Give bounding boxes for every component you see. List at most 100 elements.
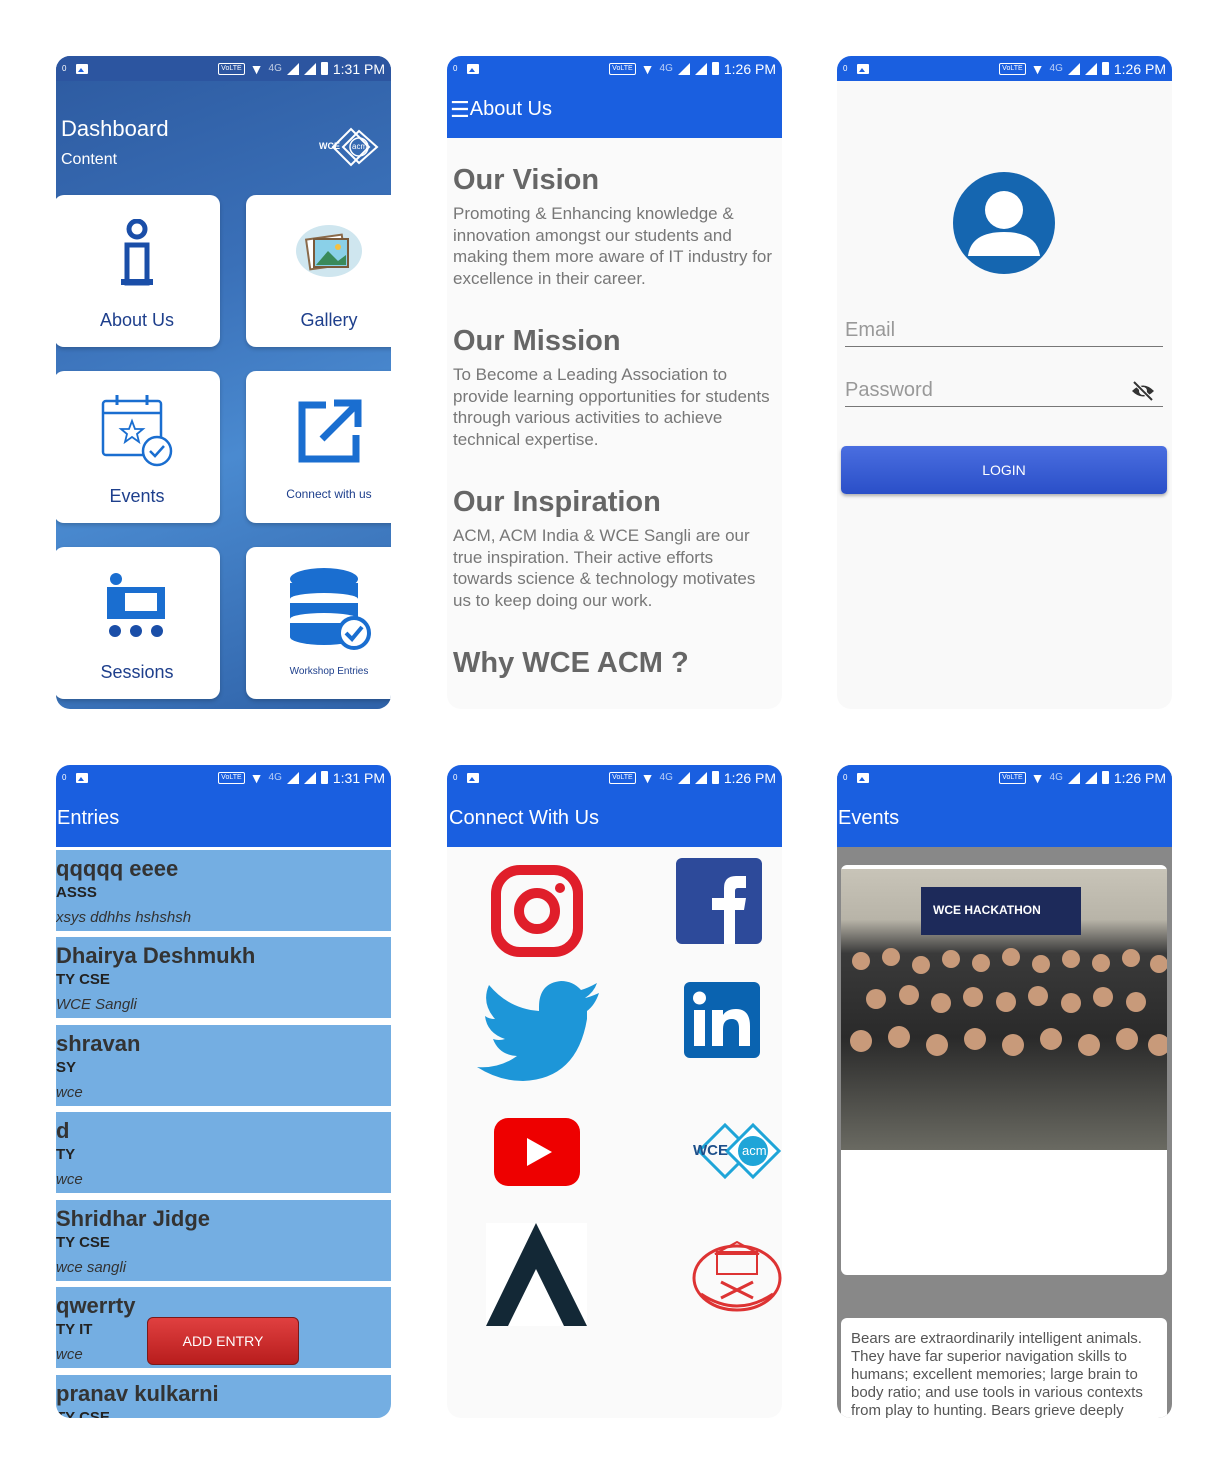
- wifi-icon: ▼: [249, 60, 264, 77]
- list-item[interactable]: d TY wce: [56, 1112, 391, 1193]
- instagram-icon[interactable]: [491, 865, 583, 962]
- signal-icon: [677, 771, 690, 784]
- wifi-icon: ▼: [1030, 769, 1045, 786]
- event-card[interactable]: WCE HACKATHON: [841, 865, 1167, 1275]
- volte-badge: VoLTE: [609, 771, 636, 784]
- login-screen: 0 VoLTE ▼ 4G 1:26 PM Email Password LOGIN: [837, 56, 1172, 709]
- image-notification-icon: [857, 63, 870, 74]
- volte-badge: VoLTE: [218, 62, 245, 75]
- info-icon: [117, 218, 157, 294]
- mission-heading: Our Mission: [453, 325, 621, 357]
- external-link-icon: [296, 399, 362, 470]
- status-bar: 0 VoLTE ▼ 4G 1:31 PM: [56, 56, 391, 81]
- list-item[interactable]: Shridhar Jidge TY CSE wce sangli: [56, 1200, 391, 1281]
- entry-class: TY CSE: [56, 1409, 110, 1418]
- signal-icon: [286, 771, 299, 784]
- app-bar-title: About Us: [469, 98, 552, 120]
- gallery-icon: [294, 221, 364, 286]
- tile-connect[interactable]: Connect with us: [246, 371, 391, 523]
- password-placeholder: Password: [845, 379, 933, 401]
- status-bar: 0 VoLTE ▼ 4G 1:26 PM: [837, 56, 1172, 81]
- clock: 1:26 PM: [723, 60, 776, 77]
- add-entry-button[interactable]: ADD ENTRY: [147, 1317, 299, 1365]
- signal-icon-2: [694, 771, 707, 784]
- entry-class: TY IT: [56, 1321, 93, 1338]
- calendar-icon: [99, 391, 175, 474]
- data-speed: 0: [453, 773, 458, 782]
- list-item[interactable]: Dhairya Deshmukh TY CSE WCE Sangli: [56, 937, 391, 1018]
- tile-gallery[interactable]: Gallery: [246, 195, 391, 347]
- tile-workshop-entries[interactable]: Workshop Entries: [246, 547, 391, 699]
- tile-events[interactable]: Events: [56, 371, 220, 523]
- wifi-icon: ▼: [249, 769, 264, 786]
- network-type: 4G: [268, 772, 282, 783]
- battery-icon: [711, 771, 719, 784]
- page-title: Dashboard: [61, 116, 169, 141]
- tile-label: Connect with us: [286, 487, 372, 501]
- signal-icon-2: [303, 62, 316, 75]
- twitter-icon[interactable]: [477, 981, 601, 1088]
- status-bar: 0 VoLTE ▼ 4G 1:26 PM: [447, 765, 782, 790]
- app-bar: Events: [837, 790, 1172, 847]
- avatar-icon: [953, 172, 1055, 279]
- signal-icon-2: [303, 771, 316, 784]
- wifi-icon: ▼: [640, 769, 655, 786]
- page-subtitle: Content: [61, 151, 118, 168]
- network-type: 4G: [268, 63, 282, 74]
- tile-label: Sessions: [100, 662, 174, 682]
- linkedin-icon[interactable]: [684, 982, 760, 1063]
- signal-icon-2: [1084, 771, 1097, 784]
- menu-icon[interactable]: ☰: [450, 97, 470, 123]
- tile-about-us[interactable]: About Us: [56, 195, 220, 347]
- network-type: 4G: [1049, 772, 1063, 783]
- signal-icon-2: [694, 62, 707, 75]
- app-bar: Entries: [56, 790, 391, 847]
- data-speed: 0: [843, 64, 848, 73]
- entry-name: Shridhar Jidge: [56, 1206, 211, 1231]
- entry-class: TY: [56, 1146, 76, 1163]
- password-field[interactable]: Password: [845, 379, 1163, 407]
- entry-name: qqqqq eeee: [56, 856, 179, 881]
- list-item[interactable]: qqqqq eeee ASSS xsys ddhhs hshshsh: [56, 850, 391, 931]
- event-banner-text: WCE HACKATHON: [933, 903, 1041, 917]
- visibility-off-icon[interactable]: [1131, 380, 1155, 407]
- signal-icon: [1067, 62, 1080, 75]
- events-screen: 0 VoLTE ▼ 4G 1:26 PM Events WCE HACKATHON B…: [837, 765, 1172, 1418]
- data-speed: 0: [62, 64, 67, 73]
- entry-name: Dhairya Deshmukh: [56, 943, 256, 968]
- event-photo: WCE HACKATHON: [841, 869, 1167, 1150]
- signal-icon: [1067, 771, 1080, 784]
- clock: 1:26 PM: [1113, 60, 1166, 77]
- college-emblem[interactable]: [691, 1238, 782, 1319]
- entry-name: d: [56, 1118, 70, 1143]
- wce-acm-logo[interactable]: WCE acm: [691, 1119, 782, 1188]
- entry-college: wce: [56, 1084, 83, 1101]
- youtube-icon[interactable]: [494, 1118, 580, 1191]
- app-bar-title: Connect With Us: [449, 807, 600, 829]
- login-button[interactable]: LOGIN: [841, 446, 1167, 494]
- list-item[interactable]: shravan SY wce: [56, 1025, 391, 1106]
- data-speed: 0: [62, 773, 67, 782]
- entry-college: wce: [56, 1171, 83, 1188]
- wce-acm-logo: WCE acm: [319, 126, 383, 168]
- entry-college: WCE Sangli: [56, 996, 137, 1013]
- list-item[interactable]: pranav kulkarni TY CSE: [56, 1375, 391, 1418]
- battery-icon: [320, 771, 328, 784]
- wifi-icon: ▼: [640, 60, 655, 77]
- database-icon: [286, 567, 372, 656]
- volte-badge: VoLTE: [999, 771, 1026, 784]
- tile-sessions[interactable]: Sessions: [56, 547, 220, 699]
- email-field[interactable]: Email: [845, 319, 1163, 347]
- image-notification-icon: [857, 772, 870, 783]
- app-bar-title: Events: [838, 807, 900, 829]
- tile-label: Gallery: [300, 310, 358, 330]
- hackathon-logo[interactable]: [486, 1223, 587, 1326]
- network-type: 4G: [659, 772, 673, 783]
- logo-wce-text: WCE: [319, 141, 340, 151]
- volte-badge: VoLTE: [609, 62, 636, 75]
- volte-badge: VoLTE: [218, 771, 245, 784]
- tile-label: Events: [109, 486, 165, 506]
- data-speed: 0: [453, 64, 458, 73]
- facebook-icon[interactable]: [676, 858, 762, 949]
- status-bar: 0 VoLTE ▼ 4G 1:26 PM: [447, 56, 782, 81]
